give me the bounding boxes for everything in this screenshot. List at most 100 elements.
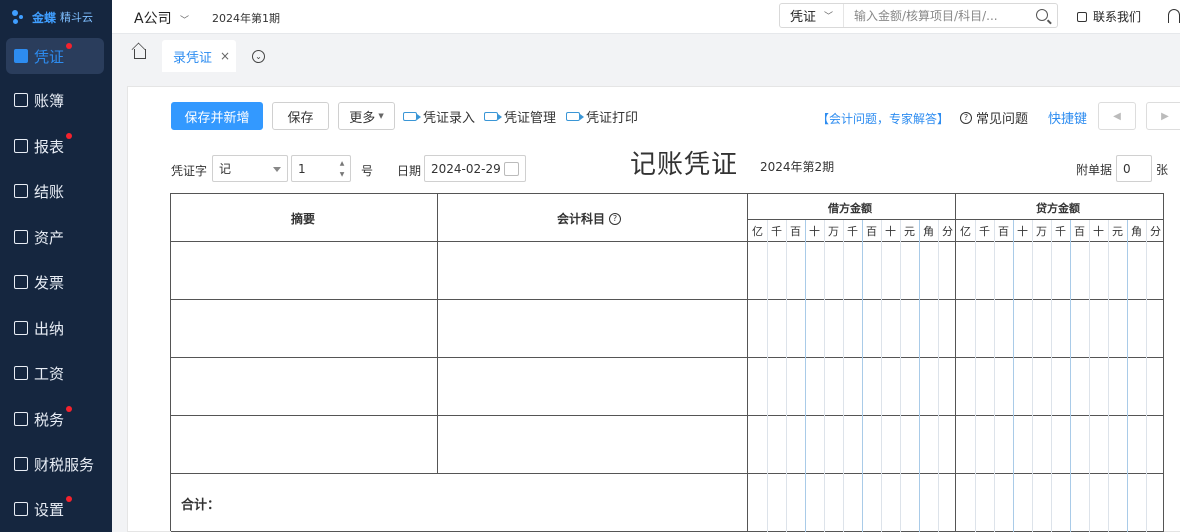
notification-badge <box>66 43 72 49</box>
digit-divider <box>805 220 806 532</box>
date-label: 日期 <box>397 164 422 178</box>
salary-icon <box>14 366 28 380</box>
faq-label: 常见问题 <box>976 112 1029 127</box>
close-icon[interactable]: × <box>220 49 230 63</box>
search-type-select[interactable]: 凭证 ﹀ <box>780 4 844 27</box>
more-label: 更多 <box>349 110 376 126</box>
digit-divider <box>824 220 825 532</box>
home-icon[interactable] <box>134 49 146 59</box>
sidebar-item-7[interactable]: 工资 <box>6 355 104 391</box>
voucher-word-select[interactable]: 记 <box>212 155 288 182</box>
next-voucher-button[interactable]: ▶ <box>1146 102 1180 130</box>
save-and-new-button[interactable]: 保存并新增 <box>171 102 263 130</box>
sidebar-item-4[interactable]: 资产 <box>6 219 104 255</box>
stepper-icon[interactable]: ▲ ▼ <box>338 158 346 180</box>
digit-header: 元 <box>904 225 915 238</box>
notification-badge <box>66 406 72 412</box>
search-input[interactable] <box>854 8 1034 23</box>
cashier-icon <box>14 321 28 335</box>
sidebar-item-label: 财税服务 <box>34 455 95 474</box>
digit-header: 千 <box>1055 225 1066 238</box>
sidebar-item-label: 账簿 <box>34 91 65 110</box>
sidebar-item-label: 设置 <box>34 500 65 519</box>
voucher-icon <box>14 49 28 63</box>
voucher-number-value: 1 <box>298 161 306 176</box>
contact-us-button[interactable]: 联系我们 <box>1077 8 1141 25</box>
sidebar-item-label: 凭证 <box>34 47 65 66</box>
digit-header: 千 <box>771 225 782 238</box>
sidebar-item-1[interactable]: 账簿 <box>6 82 104 118</box>
brand-sub: 精斗云 <box>60 11 94 24</box>
digit-header: 十 <box>1017 225 1028 238</box>
row-divider <box>171 357 1164 358</box>
digit-header: 十 <box>809 225 820 238</box>
digit-header: 分 <box>942 225 953 238</box>
contact-label: 联系我们 <box>1093 10 1142 24</box>
digit-divider <box>994 220 995 532</box>
help-icon: ? <box>960 111 972 124</box>
col-divider <box>955 194 956 532</box>
attachment-count-input[interactable]: 0 <box>1116 155 1152 182</box>
sidebar-item-label: 发票 <box>34 273 65 292</box>
date-input[interactable]: 2024-02-29 <box>424 155 526 182</box>
save-button[interactable]: 保存 <box>272 102 329 130</box>
digit-header: 亿 <box>752 225 763 238</box>
row-divider <box>171 299 1164 300</box>
sidebar-item-10[interactable]: 设置 <box>6 491 104 527</box>
report-icon <box>14 139 28 153</box>
total-label: 合计： <box>181 498 221 513</box>
digit-header: 角 <box>1131 225 1142 238</box>
chevron-down-icon: ﹀ <box>824 12 834 22</box>
tab-record-voucher[interactable]: 录凭证 × <box>162 40 236 72</box>
digit-header: 元 <box>1112 225 1123 238</box>
sidebar: 金蝶 精斗云 凭证账簿报表结账资产发票出纳工资税务财税服务设置 <box>0 0 112 532</box>
voucher-word-label: 凭证字 <box>171 164 208 178</box>
current-period: 2024年第1期 <box>212 12 280 25</box>
digit-divider <box>1108 220 1109 532</box>
sidebar-item-3[interactable]: 结账 <box>6 173 104 209</box>
sidebar-item-5[interactable]: 发票 <box>6 264 104 300</box>
prev-voucher-button[interactable]: ◀ <box>1098 102 1136 130</box>
search-type-label: 凭证 <box>790 10 817 25</box>
voucher-manage-link[interactable]: 凭证管理 <box>484 107 556 126</box>
sidebar-item-2[interactable]: 报表 <box>6 128 104 164</box>
voucher-number-unit: 号 <box>361 164 374 178</box>
row-divider <box>171 241 1164 242</box>
search-icon[interactable] <box>1036 9 1048 21</box>
company-selector[interactable]: A公司 ﹀ <box>134 8 189 28</box>
sidebar-item-6[interactable]: 出纳 <box>6 310 104 346</box>
voucher-entry-link[interactable]: 凭证录入 <box>403 107 475 126</box>
search-box: 凭证 ﹀ <box>779 3 1058 28</box>
sidebar-item-label: 税务 <box>34 410 65 429</box>
more-button[interactable]: 更多 ▼ <box>338 102 395 130</box>
digit-divider <box>919 220 920 532</box>
voucher-manage-label: 凭证管理 <box>504 111 557 126</box>
tab-more-icon[interactable]: ⌄ <box>252 50 265 63</box>
video-icon <box>403 112 421 121</box>
expert-answer-link[interactable]: 【会计问题，专家解答】 <box>817 110 949 127</box>
sidebar-item-8[interactable]: 税务 <box>6 401 104 437</box>
calendar-icon[interactable] <box>504 162 519 176</box>
voucher-print-link[interactable]: 凭证打印 <box>566 107 638 126</box>
voucher-number-input[interactable]: 1 ▲ ▼ <box>291 155 351 182</box>
brand-logo[interactable]: 金蝶 精斗云 <box>0 0 112 34</box>
caret-down-icon <box>273 167 281 172</box>
voucher-entry-table: 摘要 会计科目 ? 借方金额 贷方金额 合计： 亿千百十万千百十元角分亿千百十万… <box>170 193 1164 532</box>
digit-header: 亿 <box>960 225 971 238</box>
digit-header: 十 <box>885 225 896 238</box>
sidebar-item-9[interactable]: 财税服务 <box>6 446 104 482</box>
digit-header: 百 <box>1074 225 1085 238</box>
asset-icon <box>14 230 28 244</box>
faq-button[interactable]: ? 常见问题 <box>960 108 1028 127</box>
digit-divider <box>1127 220 1128 532</box>
sidebar-item-label: 出纳 <box>34 319 65 338</box>
arrow-right-icon: ▶ <box>1161 110 1169 122</box>
shortcut-link[interactable]: 快捷键 <box>1048 108 1087 127</box>
tax-icon <box>14 412 28 426</box>
sidebar-item-label: 结账 <box>34 182 65 201</box>
help-icon[interactable]: ? <box>609 212 622 225</box>
digit-divider <box>938 220 939 532</box>
sidebar-item-0[interactable]: 凭证 <box>6 38 104 74</box>
settings-icon <box>14 502 28 516</box>
headset-icon[interactable] <box>1168 9 1180 23</box>
